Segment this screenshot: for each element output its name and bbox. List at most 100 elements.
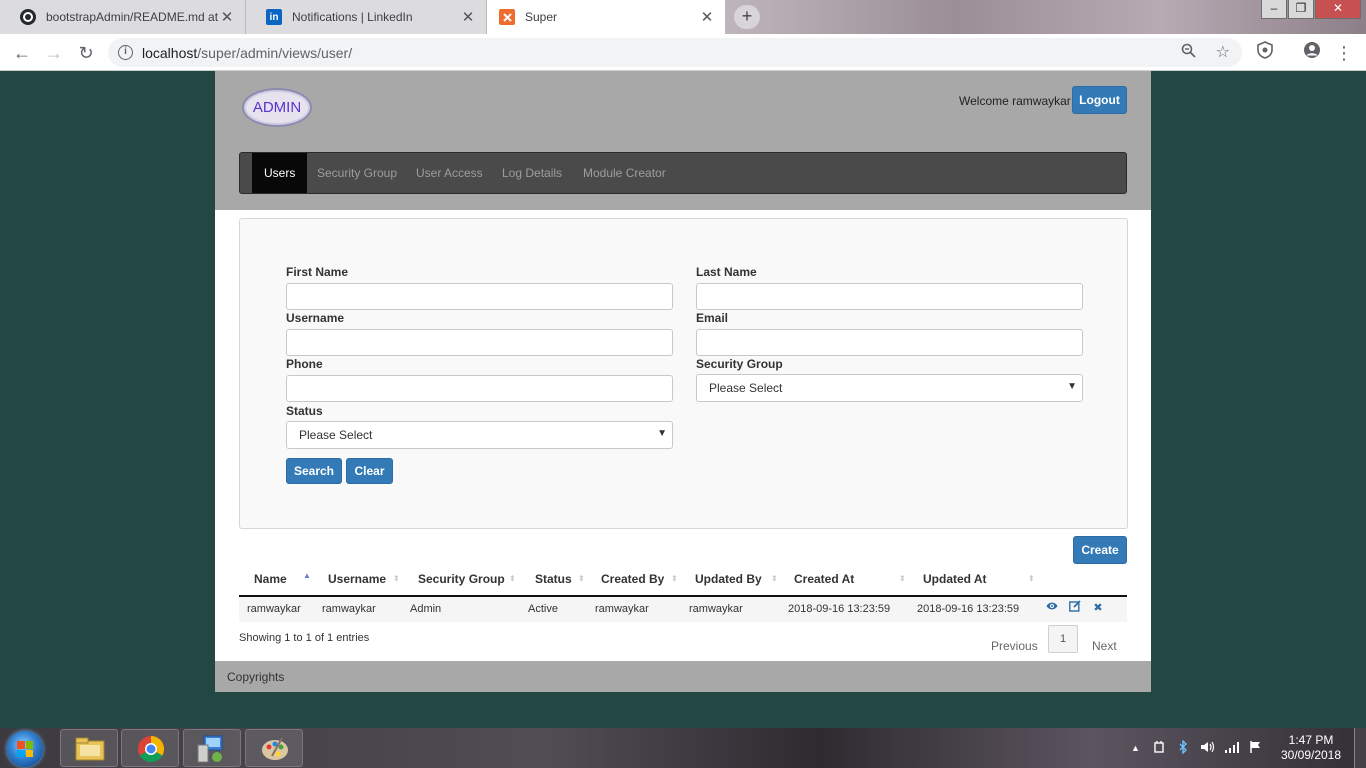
- tray-expand-icon[interactable]: ▲: [1131, 743, 1140, 753]
- site-info-icon[interactable]: i: [118, 45, 133, 60]
- sort-icon[interactable]: ⬍: [578, 563, 585, 595]
- maximize-button[interactable]: ❐: [1288, 0, 1314, 19]
- bluetooth-icon[interactable]: [1178, 739, 1188, 757]
- table-row: ramwaykar ramwaykar Admin Active ramwayk…: [239, 597, 1127, 622]
- browser-toolbar: ← → ↻ i localhost/super/admin/views/user…: [0, 34, 1366, 71]
- cell-created-by: ramwaykar: [595, 603, 649, 615]
- sort-icon[interactable]: ⬍: [771, 563, 778, 595]
- security-group-label: Security Group: [696, 357, 783, 371]
- minimize-button[interactable]: –: [1261, 0, 1287, 19]
- logout-button[interactable]: Logout: [1072, 86, 1127, 114]
- email-input[interactable]: [696, 329, 1083, 356]
- column-header-security-group[interactable]: Security Group: [418, 563, 505, 596]
- cell-updated-at: 2018-09-16 13:23:59: [917, 603, 1020, 615]
- sort-asc-icon[interactable]: ▲: [303, 560, 311, 592]
- browser-tab-title: Notifications | LinkedIn: [292, 10, 413, 24]
- paint-icon[interactable]: [245, 729, 303, 767]
- phone-input[interactable]: [286, 375, 673, 402]
- sort-icon[interactable]: ⬍: [509, 563, 516, 595]
- browser-tab-linkedin[interactable]: in Notifications | LinkedIn ✕: [246, 0, 487, 34]
- column-header-created-by[interactable]: Created By: [601, 563, 664, 596]
- sort-icon[interactable]: ⬍: [671, 563, 678, 595]
- url-host: localhost: [142, 45, 198, 61]
- column-header-updated-at[interactable]: Updated At: [923, 563, 987, 596]
- create-button[interactable]: Create: [1073, 536, 1127, 564]
- zoom-icon[interactable]: [1181, 43, 1196, 62]
- column-header-updated-by[interactable]: Updated By: [695, 563, 762, 596]
- last-name-input[interactable]: [696, 283, 1083, 310]
- search-panel: First Name Last Name Username Email Phon…: [239, 218, 1128, 529]
- sort-icon[interactable]: ⬍: [1028, 563, 1035, 595]
- first-name-input[interactable]: [286, 283, 673, 310]
- close-tab-icon[interactable]: ✕: [460, 8, 476, 26]
- browser-tab-github[interactable]: bootstrapAdmin/README.md at ✕: [0, 0, 246, 34]
- new-tab-button[interactable]: +: [734, 5, 760, 29]
- table-summary: Showing 1 to 1 of 1 entries: [239, 632, 370, 644]
- view-icon[interactable]: [1044, 600, 1060, 616]
- network-signal-icon[interactable]: [1224, 740, 1240, 757]
- nav-item-log-details[interactable]: Log Details: [502, 153, 562, 193]
- profile-avatar-icon[interactable]: [1300, 41, 1324, 65]
- main-navbar: Users Security Group User Access Log Det…: [239, 152, 1127, 194]
- taskbar-clock[interactable]: 1:47 PM 30/09/2018: [1280, 733, 1342, 763]
- cell-created-at: 2018-09-16 13:23:59: [788, 603, 891, 615]
- address-bar[interactable]: i localhost/super/admin/views/user/ ☆: [108, 38, 1242, 67]
- pagination-page-current[interactable]: 1: [1048, 625, 1078, 653]
- network-tool-icon[interactable]: [183, 729, 241, 767]
- cell-name: ramwaykar: [247, 603, 301, 615]
- edit-icon[interactable]: [1067, 600, 1083, 616]
- nav-item-security-group[interactable]: Security Group: [317, 153, 397, 193]
- security-group-select[interactable]: Please Select ▼: [696, 374, 1083, 402]
- show-desktop-button[interactable]: [1354, 728, 1366, 768]
- search-button[interactable]: Search: [286, 458, 342, 484]
- xampp-icon: [499, 9, 515, 25]
- url-path: /super/admin/views/user/: [197, 45, 353, 61]
- admin-logo[interactable]: ADMIN: [242, 88, 312, 127]
- first-name-label: First Name: [286, 265, 349, 279]
- reload-icon[interactable]: ↻: [74, 41, 98, 65]
- forward-arrow-icon[interactable]: →: [42, 41, 66, 65]
- bookmark-star-icon[interactable]: ☆: [1216, 42, 1230, 62]
- file-explorer-icon[interactable]: [60, 729, 118, 767]
- admin-page: ADMIN Welcome ramwaykar Logout Users Sec…: [215, 71, 1151, 692]
- column-header-created-at[interactable]: Created At: [794, 563, 854, 596]
- nav-item-users[interactable]: Users: [252, 153, 308, 193]
- column-header-name[interactable]: Name: [254, 563, 287, 596]
- nav-item-user-access[interactable]: User Access: [416, 153, 483, 193]
- close-window-button[interactable]: ✕: [1315, 0, 1361, 19]
- pagination-previous[interactable]: Previous: [991, 639, 1038, 653]
- start-button[interactable]: [7, 731, 43, 767]
- column-header-username[interactable]: Username: [328, 563, 386, 596]
- action-center-flag-icon[interactable]: [1249, 740, 1263, 757]
- sort-icon[interactable]: ⬍: [899, 563, 906, 595]
- status-select-value: Please Select: [299, 428, 373, 442]
- url-text[interactable]: localhost/super/admin/views/user/: [142, 45, 352, 61]
- back-arrow-icon[interactable]: ←: [10, 41, 34, 65]
- dropdown-caret-icon: ▼: [1067, 381, 1077, 392]
- nav-item-module-creator[interactable]: Module Creator: [583, 153, 666, 193]
- browser-tab-title: Super: [525, 10, 558, 24]
- browser-menu-icon[interactable]: ⋮: [1332, 41, 1356, 65]
- pagination-next[interactable]: Next: [1092, 639, 1117, 653]
- clock-date: 30/09/2018: [1280, 748, 1342, 762]
- phone-label: Phone: [286, 357, 323, 371]
- column-header-status[interactable]: Status: [535, 563, 572, 596]
- status-select[interactable]: Please Select ▼: [286, 421, 673, 449]
- windows-logo-icon: [17, 741, 33, 757]
- last-name-label: Last Name: [696, 265, 757, 279]
- cell-status: Active: [528, 603, 558, 615]
- close-tab-icon[interactable]: ✕: [219, 8, 235, 26]
- close-tab-icon[interactable]: ✕: [699, 8, 715, 26]
- status-label: Status: [286, 404, 323, 418]
- clear-button[interactable]: Clear: [346, 458, 393, 484]
- volume-icon[interactable]: [1200, 740, 1216, 757]
- sort-icon[interactable]: ⬍: [393, 563, 400, 595]
- chrome-icon[interactable]: [121, 729, 179, 767]
- linkedin-icon: in: [266, 9, 282, 25]
- browser-tab-super[interactable]: Super ✕: [487, 0, 726, 34]
- delete-icon[interactable]: ✖: [1090, 600, 1106, 616]
- extension-shield-icon[interactable]: [1253, 41, 1277, 65]
- power-plug-icon[interactable]: [1152, 740, 1166, 757]
- username-input[interactable]: [286, 329, 673, 356]
- page-header: ADMIN Welcome ramwaykar Logout Users Sec…: [215, 71, 1151, 210]
